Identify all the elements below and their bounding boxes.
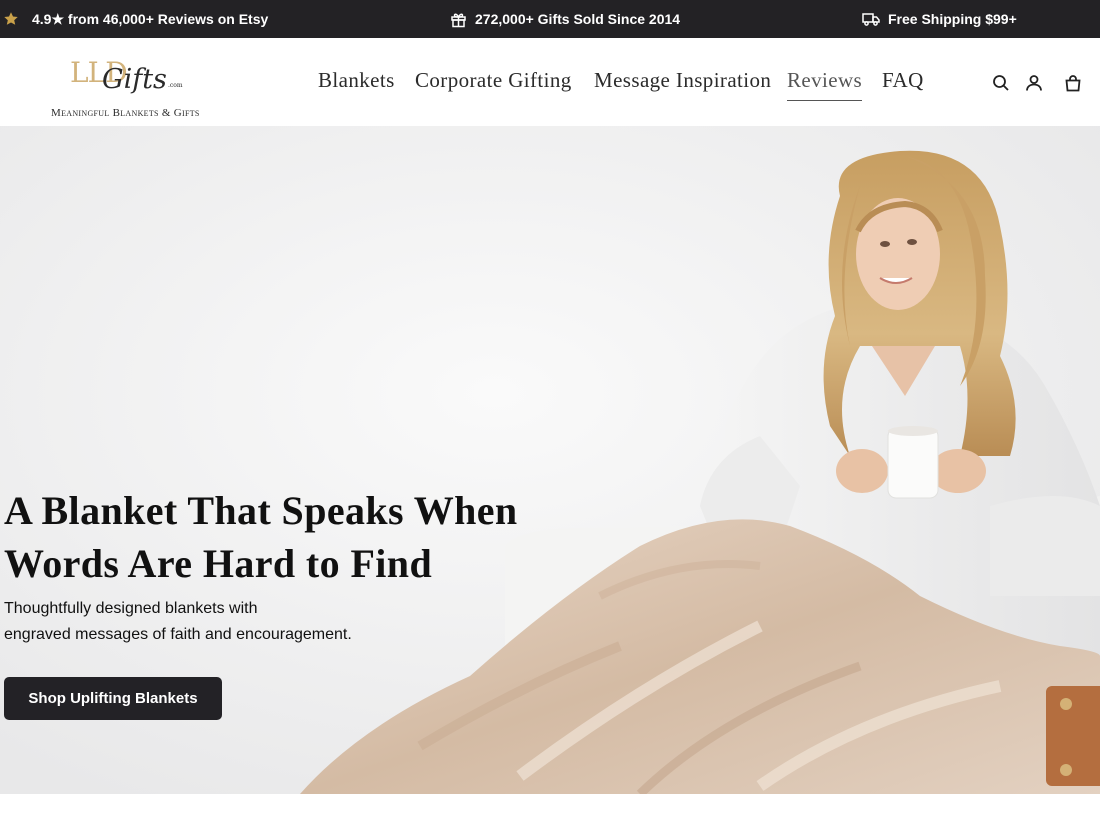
- hero-subtitle-line-2: engraved messages of faith and encourage…: [4, 626, 352, 643]
- hero-section: A Blanket That Speaks When Words Are Har…: [0, 126, 1100, 794]
- star-icon: [3, 11, 19, 27]
- gift-icon: [450, 11, 467, 28]
- rating-announcement: 4.9★ from 46,000+ Reviews on Etsy: [3, 0, 268, 38]
- hero-title: A Blanket That Speaks When Words Are Har…: [4, 488, 518, 586]
- site-header: LLD Gifts .com Meaningful Blankets & Gif…: [0, 38, 1100, 126]
- logo-script: Gifts: [102, 64, 167, 95]
- nav-message-inspiration[interactable]: Message Inspiration: [594, 68, 771, 93]
- announcement-bar: 4.9★ from 46,000+ Reviews on Etsy 272,00…: [0, 0, 1100, 38]
- hero-subtitle-line-1: Thoughtfully designed blankets with: [4, 600, 258, 617]
- cart-icon[interactable]: [1064, 74, 1082, 92]
- gifts-sold-text: 272,000+ Gifts Sold Since 2014: [475, 11, 681, 27]
- nav-blankets[interactable]: Blankets: [318, 68, 395, 93]
- rating-text: 4.9★ from 46,000+ Reviews on Etsy: [32, 10, 269, 27]
- shop-uplifting-blankets-button[interactable]: Shop Uplifting Blankets: [4, 677, 222, 720]
- search-icon[interactable]: [992, 74, 1010, 92]
- page-bottom-edge: [0, 794, 1100, 825]
- shipping-text: Free Shipping $99+: [888, 11, 1017, 27]
- hero-subtitle: Thoughtfully designed blankets with engr…: [4, 596, 474, 648]
- logo-tagline: Meaningful Blankets & Gifts: [51, 107, 200, 119]
- nav-corporate-gifting[interactable]: Corporate Gifting: [415, 68, 572, 93]
- nav-reviews[interactable]: Reviews: [787, 68, 863, 101]
- site-logo[interactable]: LLD Gifts .com Meaningful Blankets & Gif…: [50, 56, 210, 122]
- gifts-sold-announcement: 272,000+ Gifts Sold Since 2014: [450, 0, 680, 38]
- nav-faq[interactable]: FAQ: [882, 68, 924, 93]
- logo-suffix: .com: [168, 82, 183, 89]
- shipping-announcement: Free Shipping $99+: [862, 0, 1017, 38]
- truck-icon: [862, 11, 880, 27]
- account-icon[interactable]: [1025, 74, 1043, 92]
